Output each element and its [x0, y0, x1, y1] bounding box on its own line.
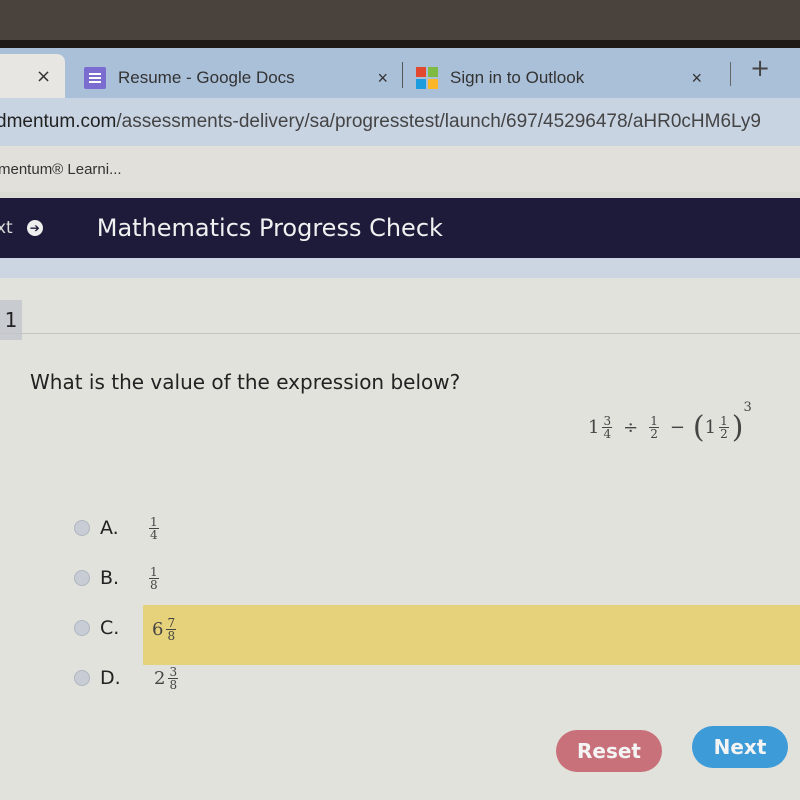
close-icon[interactable]: × [36, 66, 51, 87]
option-c[interactable]: C. 6 78 [0, 603, 800, 665]
expr-whole: 1 [588, 417, 600, 438]
microsoft-icon [416, 67, 438, 89]
tab-label: Resume - Google Docs [118, 68, 295, 87]
tab-separator [402, 62, 403, 88]
page-title: Mathematics Progress Check [96, 214, 443, 242]
option-letter: C. [100, 617, 120, 639]
browser-tabstrip: × Resume - Google Docs × Sign in to Outl… [0, 48, 800, 98]
tab-google-docs[interactable]: Resume - Google Docs × [80, 58, 400, 98]
option-letter: A. [100, 517, 119, 539]
option-value[interactable]: 6 78 [152, 617, 179, 642]
radio-button[interactable] [74, 520, 90, 536]
expr-whole: 1 [704, 417, 717, 438]
app-header: xt ➔ Mathematics Progress Check [0, 198, 800, 258]
url-text[interactable]: dmentum.com/assessments-delivery/sa/prog… [0, 111, 761, 133]
tab-separator [730, 62, 731, 86]
close-icon[interactable]: × [691, 68, 702, 89]
next-button[interactable]: Next [692, 726, 788, 768]
fraction: 12 [649, 414, 659, 441]
option-value[interactable]: 18 [146, 566, 162, 591]
question-number: 1 [0, 300, 22, 340]
radio-button[interactable] [74, 670, 90, 686]
paren-close: ) [731, 410, 744, 445]
option-value[interactable]: 2 38 [154, 666, 181, 691]
option-letter: B. [100, 567, 120, 589]
math-expression: 1 34 ÷ 12 − ( 1 12 ) 3 [588, 400, 752, 445]
paren-open: ( [692, 410, 705, 445]
option-b[interactable]: B. 18 [0, 553, 800, 603]
next-nav-link[interactable]: xt ➔ [0, 218, 43, 238]
question-panel: 1 What is the value of the expression be… [0, 278, 800, 800]
radio-button[interactable] [74, 620, 90, 636]
divider [0, 333, 800, 334]
bookmark-edmentum[interactable]: mentum® Learni... [0, 161, 122, 178]
fraction: 34 [602, 414, 613, 441]
divide-operator: ÷ [623, 417, 639, 438]
option-a[interactable]: A. 14 [0, 503, 800, 553]
tab-previous[interactable]: × [0, 54, 65, 98]
radio-button[interactable] [74, 570, 90, 586]
bookmarks-bar: mentum® Learni... [0, 146, 800, 192]
google-docs-icon [84, 67, 106, 89]
new-tab-button[interactable]: + [750, 54, 770, 82]
header-subbar [0, 258, 800, 278]
tab-label: Sign in to Outlook [450, 68, 585, 87]
fraction: 12 [719, 414, 729, 441]
answer-options: A. 14 B. 18 C. 6 78 D. 2 3 8 [0, 503, 800, 703]
close-icon[interactable]: × [377, 68, 388, 89]
minus-operator: − [669, 417, 685, 438]
question-text: What is the value of the expression belo… [30, 370, 461, 394]
address-bar[interactable]: dmentum.com/assessments-delivery/sa/prog… [0, 98, 800, 146]
option-d[interactable]: D. 2 38 [0, 653, 800, 703]
arrow-right-icon: ➔ [26, 220, 43, 236]
option-value[interactable]: 14 [146, 516, 162, 541]
exponent: 3 [743, 400, 752, 415]
tab-outlook[interactable]: Sign in to Outlook × [412, 58, 752, 98]
option-letter: D. [100, 667, 121, 689]
reset-button[interactable]: Reset [556, 730, 662, 772]
nav-label: xt [0, 218, 13, 238]
